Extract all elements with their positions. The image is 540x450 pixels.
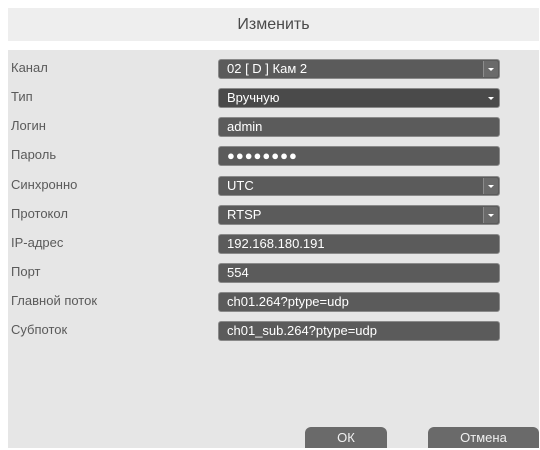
ip-address-input[interactable]: 192.168.180.191 (218, 234, 500, 254)
sync-label: Синхронно (11, 177, 78, 192)
sub-stream-input[interactable]: ch01_sub.264?ptype=udp (218, 321, 500, 341)
channel-value: 02 [ D ] Кам 2 (227, 61, 308, 76)
login-input[interactable]: admin (218, 117, 500, 137)
dialog-titlebar: Изменить (8, 8, 539, 41)
sync-value: UTC (227, 178, 254, 193)
port-input[interactable]: 554 (218, 263, 500, 283)
main-stream-input[interactable]: ch01.264?ptype=udp (218, 292, 500, 312)
edit-dialog: Изменить Канал 02 [ D ] Кам 2 Тип Вручну… (8, 8, 539, 448)
sync-dropdown[interactable]: UTC (218, 176, 500, 196)
channel-dropdown[interactable]: 02 [ D ] Кам 2 (218, 59, 500, 79)
dialog-title: Изменить (237, 16, 310, 33)
protocol-dropdown[interactable]: RTSP (218, 205, 500, 225)
type-dropdown[interactable]: Вручную (218, 88, 500, 108)
password-label: Пароль (11, 147, 57, 162)
password-input[interactable]: ●●●●●●●● (218, 146, 500, 166)
ip-address-label: IP-адрес (11, 235, 64, 250)
chevron-down-icon[interactable] (483, 178, 498, 194)
sub-stream-label: Субпоток (11, 322, 68, 337)
channel-label: Канал (11, 60, 48, 75)
protocol-label: Протокол (11, 206, 68, 221)
cancel-button[interactable]: Отмена (428, 427, 539, 448)
chevron-down-icon[interactable] (483, 207, 498, 223)
main-stream-label: Главной поток (11, 293, 98, 308)
protocol-value: RTSP (227, 207, 262, 222)
title-divider (8, 41, 539, 50)
type-value: Вручную (227, 90, 280, 105)
chevron-down-icon[interactable] (483, 61, 498, 77)
port-label: Порт (11, 264, 41, 279)
login-label: Логин (11, 118, 46, 133)
ok-button[interactable]: ОК (305, 427, 387, 448)
type-label: Тип (11, 89, 33, 104)
chevron-down-icon[interactable] (484, 90, 498, 106)
